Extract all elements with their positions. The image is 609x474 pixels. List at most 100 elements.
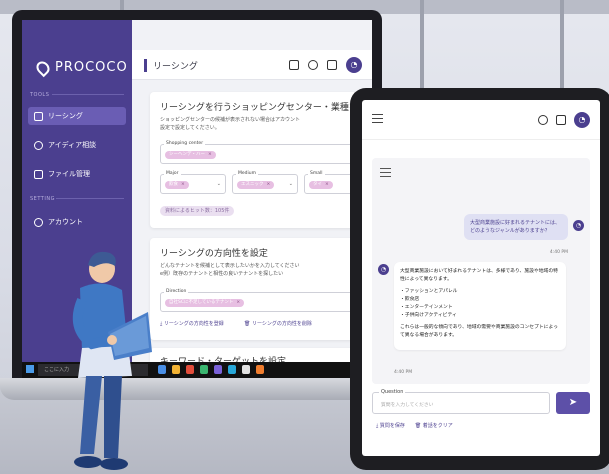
avatar[interactable]: ◔ (574, 112, 590, 128)
major-select[interactable]: Major 飲食 × ⌄ (160, 171, 226, 194)
field-label: Shopping center (164, 141, 206, 146)
header-actions: ◔ (289, 57, 362, 73)
list-item: ・エンターテインメント (400, 305, 453, 310)
message-time: 4:40 PM (394, 370, 413, 375)
delete-direction-link[interactable]: 🗑 リーシングの方向性を削除 (244, 320, 312, 327)
sidebar-item-label: ファイル管理 (48, 170, 90, 178)
menu-icon[interactable] (372, 114, 383, 123)
field-label: Small (308, 171, 325, 176)
brand-logo: PROCOCO (33, 58, 128, 77)
chip[interactable]: 自社SCに不足しているテナント × (165, 299, 245, 307)
section-label-setting: SETTING (30, 196, 55, 202)
chip[interactable]: シーヘンデ・ハー × (165, 151, 216, 159)
chip-label: タイ (313, 182, 322, 187)
app-icon[interactable] (242, 365, 250, 374)
hit-count-badge: 資料によるヒット数：105件 (160, 206, 235, 216)
keyword-card: キーワード・ターゲットを設定 (150, 348, 372, 362)
chip[interactable]: タイ × (309, 181, 333, 189)
link-label: 着話をクリア (422, 423, 453, 429)
question-input[interactable]: Question 質問を入力してください (372, 389, 550, 414)
header-actions: ◔ (538, 112, 590, 128)
logo-icon (33, 58, 53, 77)
card-title: リーシングの方向性を設定 (160, 249, 268, 259)
chip[interactable]: 飲食 × (165, 181, 189, 189)
card-description: どんなテナントを候補として表示したいかを入力してください (160, 263, 300, 269)
card-title: リーシングを行うショッピングセンター・業種を選択 (160, 103, 372, 113)
list-item: ・飲食店 (400, 297, 420, 302)
field-label: Major (164, 171, 181, 176)
account-icon (34, 217, 43, 227)
section-divider (56, 198, 124, 199)
chip-label: エスニック (241, 182, 264, 187)
bot-list: ・ファッションとアパレル ・飲食店 ・エンターテインメント ・子供向けアクティビ… (400, 288, 560, 320)
user-message: 大型商業施設に好まれるテナントには、どのようなジャンルがありますか？ (464, 214, 568, 240)
chat-panel: 大型商業施設に好まれるテナントには、どのようなジャンルがありますか？ ◔ 4:4… (372, 158, 590, 384)
grid-icon[interactable] (327, 60, 337, 70)
close-icon[interactable]: × (267, 182, 271, 187)
card-description: 設定で設定してください。 (160, 125, 220, 131)
list-icon (34, 111, 43, 121)
page-title: リーシング (144, 59, 198, 72)
app-icon[interactable] (256, 365, 264, 374)
close-icon[interactable]: × (236, 300, 240, 305)
send-button[interactable]: ➤ (556, 392, 590, 414)
start-icon[interactable] (26, 365, 34, 373)
close-icon[interactable]: × (208, 152, 212, 157)
list-item: ・子供向けアクティビティ (400, 313, 457, 318)
theme-icon[interactable] (538, 115, 548, 125)
chat-actions: ⤓ 質問を保存 🗑 着話をクリア (376, 422, 453, 429)
chevron-down-icon[interactable]: ⌄ (289, 181, 293, 187)
section-divider (52, 94, 124, 95)
grid-icon[interactable] (556, 115, 566, 125)
field-label: Medium (236, 171, 258, 176)
sidebar-item-label: アイディア相談 (48, 141, 97, 149)
list-view-icon[interactable] (289, 60, 299, 70)
clear-chat-link[interactable]: 🗑 着話をクリア (415, 422, 453, 429)
header-bar: リーシング ◔ (132, 50, 372, 80)
save-question-link[interactable]: ⤓ 質問を保存 (376, 422, 405, 429)
user-avatar: ◔ (573, 220, 584, 231)
tablet-screen: ◔ 大型商業施設に好まれるテナントには、どのようなジャンルがありますか？ ◔ 4… (362, 100, 600, 456)
sidebar-item-account[interactable]: アカウント (28, 213, 126, 231)
bot-intro: 大型商業施設において好まれるテナントは、多様であり、施設や地域の特性によって異な… (400, 269, 558, 282)
link-label: 質問を保存 (379, 423, 405, 429)
tablet: ◔ 大型商業施設に好まれるテナントには、どのようなジャンルがありますか？ ◔ 4… (350, 88, 609, 470)
chip-label: 自社SCに不足しているテナント (169, 300, 234, 305)
chip[interactable]: エスニック × (237, 181, 275, 189)
leasing-select-card: リーシングを行うショッピングセンター・業種を選択 ショッピングセンターの候補が表… (150, 92, 372, 228)
close-icon[interactable]: × (181, 182, 185, 187)
list-item: ・ファッションとアパレル (400, 289, 458, 294)
medium-select[interactable]: Medium エスニック × ⌄ (232, 171, 298, 194)
sidebar-item-label: リーシング (48, 112, 83, 120)
avatar[interactable]: ◔ (346, 57, 362, 73)
sidebar-item-label: アカウント (48, 218, 83, 226)
bot-outro: これらは一般的な傾向であり、地域の需要や商業施設のコンセプトによって異なる場合が… (400, 325, 558, 338)
app-icon[interactable] (172, 365, 180, 374)
tablet-header: ◔ (362, 100, 600, 140)
theme-icon[interactable] (308, 60, 318, 70)
bot-message: 大型商業施設において好まれるテナントは、多様であり、施設や地域の特性によって異な… (394, 262, 566, 350)
sidebar-item-files[interactable]: ファイル管理 (28, 165, 126, 183)
app-icon[interactable] (214, 365, 222, 374)
shopping-center-field[interactable]: Shopping center シーヘンデ・ハー × (160, 141, 372, 164)
chevron-down-icon[interactable]: ⌄ (217, 181, 221, 187)
sidebar-item-leasing[interactable]: リーシング (28, 107, 126, 125)
folder-icon (34, 169, 43, 179)
direction-field[interactable]: Direction 自社SCに不足しているテナント × (160, 289, 372, 312)
input-placeholder: 質問を入力してください (381, 403, 434, 408)
close-icon[interactable]: × (325, 182, 329, 187)
sidebar-item-idea[interactable]: アイディア相談 (28, 136, 126, 154)
app-icon[interactable] (228, 365, 236, 374)
card-description: e例）既存のテナントと相性の良いテナントを探したい (160, 271, 284, 277)
link-label: リーシングの方向性を削除 (251, 321, 312, 327)
card-description: ショッピングセンターの候補が表示されない場合はアカウント (160, 117, 301, 123)
menu-icon[interactable] (380, 168, 391, 177)
send-icon: ➤ (568, 397, 578, 408)
field-label: Question (379, 389, 406, 395)
link-label: リーシングの方向性を登録 (163, 321, 224, 327)
app-icon[interactable] (186, 365, 194, 374)
bot-avatar: ◔ (378, 264, 389, 275)
app-icon[interactable] (200, 365, 208, 374)
chip-label: 飲食 (169, 182, 178, 187)
chip-label: シーヘンデ・ハー (169, 152, 205, 157)
